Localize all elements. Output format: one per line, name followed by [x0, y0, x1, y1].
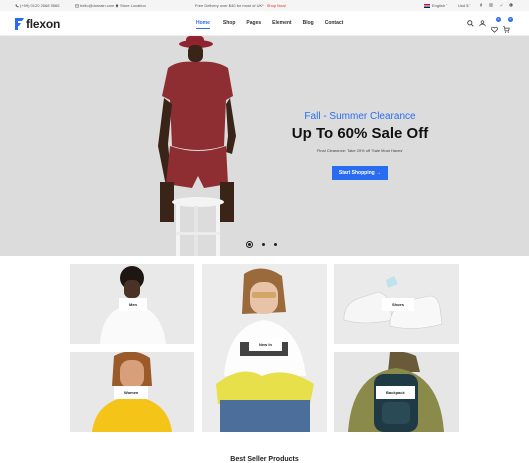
category-women[interactable]: Women: [70, 352, 194, 432]
wishlist-count-badge: 0: [496, 17, 501, 22]
hero-title: Up To 60% Sale Off: [291, 125, 429, 142]
hero-content: Fall - Summer Clearance Up To 60% Sale O…: [290, 111, 430, 180]
header-actions: 0 0: [467, 17, 513, 33]
heart-icon: [491, 26, 498, 33]
email-info: hello@domain.com: [75, 3, 114, 8]
currency-label: Usd $: [458, 3, 469, 8]
hero-model-image: [158, 36, 236, 256]
category-backpack[interactable]: Backpack: [334, 352, 459, 432]
cart-icon: [503, 26, 510, 33]
nav-blog[interactable]: Blog: [303, 20, 314, 26]
main-nav: Home Shop Pages Element Blog Contact: [196, 20, 344, 29]
mail-icon: [75, 4, 79, 7]
logo-text: flexon: [26, 17, 61, 31]
twitter-icon[interactable]: [499, 3, 503, 7]
instagram-icon[interactable]: [489, 3, 493, 7]
category-men[interactable]: Men: [70, 264, 194, 344]
promo-text: Free Delivery over $40 for most of UK*: [195, 3, 264, 8]
main-header: flexon Home Shop Pages Element Blog Cont…: [0, 11, 529, 36]
top-bar: (+99) 0120 2568 9565 hello@domain.com St…: [0, 0, 529, 11]
phone-icon: [15, 3, 19, 7]
phone-text: (+99) 0120 2568 9565: [20, 3, 60, 8]
facebook-icon[interactable]: [479, 3, 483, 7]
location-pin-icon: [115, 3, 119, 8]
nav-home[interactable]: Home: [196, 20, 210, 29]
category-label-men: Men: [119, 298, 147, 311]
currency-select[interactable]: Usd $ ˇ: [458, 3, 471, 8]
chevron-down-icon: ˇ: [446, 3, 448, 8]
store-text: Store Location: [120, 3, 146, 8]
slider-dot-3[interactable]: [274, 243, 277, 246]
hero-subtitle: Fall - Summer Clearance: [304, 111, 416, 122]
chevron-down-icon: ˇ: [469, 3, 471, 8]
phone-info: (+99) 0120 2568 9565: [15, 3, 59, 8]
category-label-women: Women: [114, 386, 149, 399]
category-label-backpack: Backpack: [376, 386, 415, 399]
user-icon[interactable]: [479, 20, 486, 27]
language-label: English: [432, 3, 446, 8]
store-info[interactable]: Store Location: [115, 3, 146, 8]
nav-contact[interactable]: Contact: [325, 20, 344, 26]
category-label-new-in: New In: [249, 338, 282, 351]
nav-shop[interactable]: Shop: [223, 20, 236, 26]
uk-flag-icon: [424, 3, 430, 8]
category-new-in[interactable]: New In: [202, 264, 327, 432]
cart-button[interactable]: 0: [503, 17, 513, 33]
cart-count-badge: 0: [508, 17, 513, 22]
search-icon[interactable]: [467, 20, 474, 27]
nav-pages[interactable]: Pages: [246, 20, 261, 26]
slider-dots: [246, 241, 277, 248]
slider-dot-1[interactable]: [246, 241, 253, 248]
promo-banner: Free Delivery over $40 for most of UK* S…: [195, 3, 286, 8]
brand-logo[interactable]: flexon: [15, 17, 60, 31]
flexon-logo-icon: [15, 18, 24, 30]
slider-dot-2[interactable]: [262, 243, 265, 246]
social-links: [479, 3, 513, 7]
nav-element[interactable]: Element: [272, 20, 291, 26]
hero-slider: Fall - Summer Clearance Up To 60% Sale O…: [0, 36, 529, 256]
category-label-shoes: Shoes: [382, 298, 415, 311]
hero-description: Final Clearance: Take 20% off 'Sale Must…: [316, 148, 404, 153]
start-shopping-button[interactable]: Start Shopping →: [331, 166, 389, 180]
pinterest-icon[interactable]: [509, 3, 513, 7]
email-text: hello@domain.com: [80, 3, 115, 8]
category-shoes[interactable]: Shoes: [334, 264, 459, 344]
shop-now-link[interactable]: Shop Now!: [267, 3, 287, 8]
wishlist-button[interactable]: 0: [491, 17, 501, 33]
best-seller-heading: Best Seller Products: [230, 456, 299, 463]
language-select[interactable]: English ˇ: [424, 3, 447, 8]
